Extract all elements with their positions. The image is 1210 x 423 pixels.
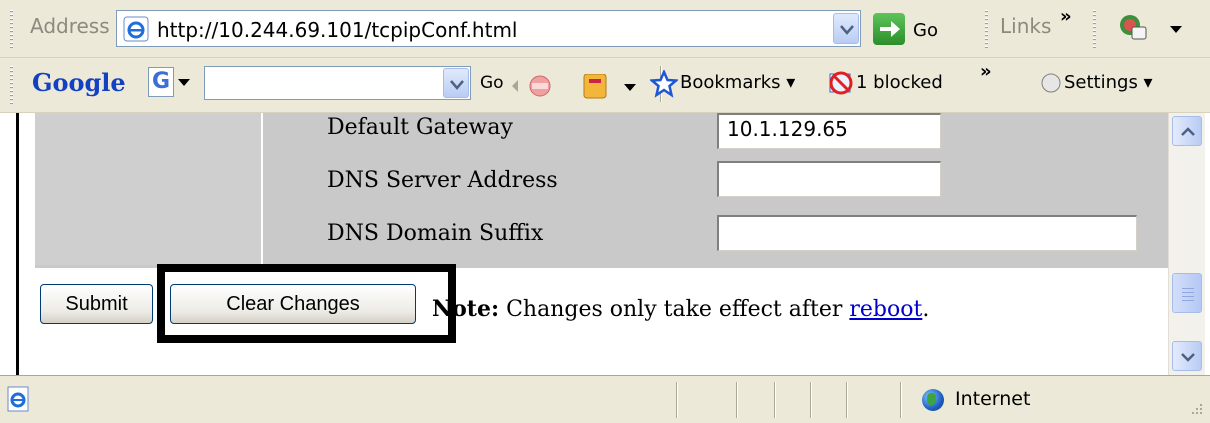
- scroll-down-button[interactable]: [1172, 341, 1202, 371]
- toolbar-grip[interactable]: [1093, 10, 1096, 48]
- toolbar-grip[interactable]: [985, 10, 988, 48]
- popup-blocked-icon[interactable]: [828, 70, 854, 96]
- address-toolbar: Address http://10.244.69.101/tcpipConf.h…: [0, 0, 1210, 58]
- note-end: .: [922, 297, 930, 322]
- messenger-icon[interactable]: [1118, 13, 1148, 43]
- google-search-go-button[interactable]: Go: [480, 73, 504, 93]
- chevron-down-icon: [450, 80, 464, 90]
- go-arrow-icon: [873, 13, 905, 45]
- note-bold: Note:: [432, 296, 500, 322]
- scroll-thumb[interactable]: [1172, 273, 1202, 313]
- go-button[interactable]: Go: [873, 12, 963, 46]
- form-panel: Default Gateway 10.1.129.65 DNS Server A…: [35, 113, 1168, 268]
- status-bar: Internet: [0, 375, 1210, 423]
- toolbar-extra-icons[interactable]: [510, 74, 650, 102]
- google-g-icon: G: [148, 67, 174, 97]
- ie-page-icon: [123, 16, 149, 42]
- security-zone-label: Internet: [955, 388, 1031, 410]
- note-body: Changes only take effect after: [499, 297, 850, 322]
- address-label: Address: [30, 14, 110, 38]
- status-divider: [676, 382, 678, 418]
- form-left-column: [35, 113, 263, 265]
- scroll-down-icon: [1181, 353, 1195, 362]
- toolbar-grip[interactable]: [10, 10, 13, 48]
- popup-blocked-count[interactable]: 1 blocked: [856, 72, 943, 93]
- chevron-down-icon[interactable]: [1170, 26, 1182, 34]
- address-input[interactable]: http://10.244.69.101/tcpipConf.html: [116, 10, 861, 47]
- dns-suffix-input[interactable]: [717, 215, 1137, 251]
- pagerank-icon: [529, 75, 551, 97]
- settings-menu[interactable]: Settings ▾: [1064, 72, 1153, 93]
- dns-suffix-label: DNS Domain Suffix: [327, 221, 544, 246]
- ie-page-icon: [7, 386, 29, 412]
- resize-grip-icon[interactable]: [1186, 402, 1204, 420]
- search-history-dropdown[interactable]: [443, 68, 469, 98]
- scroll-up-button[interactable]: [1172, 116, 1202, 146]
- dns-server-label: DNS Server Address: [327, 168, 558, 193]
- highlight-icon: [583, 74, 607, 99]
- dns-server-input[interactable]: [717, 161, 941, 197]
- address-url: http://10.244.69.101/tcpipConf.html: [157, 18, 518, 42]
- default-gateway-label: Default Gateway: [327, 115, 513, 140]
- default-gateway-input[interactable]: 10.1.129.65: [717, 113, 941, 149]
- clear-changes-button[interactable]: Clear Changes: [170, 284, 416, 324]
- toolbar-grip[interactable]: [10, 66, 13, 104]
- chevron-down-icon: [178, 79, 190, 86]
- note-text: Note: Changes only take effect after reb…: [432, 296, 929, 322]
- submit-button[interactable]: Submit: [40, 284, 153, 324]
- status-divider: [900, 382, 902, 418]
- google-search-input[interactable]: [204, 66, 471, 100]
- settings-radio-icon: [1041, 73, 1061, 93]
- google-toolbar: Google G Go Bookmarks ▾ 1 blocked » Sett…: [0, 58, 1210, 113]
- scroll-up-icon: [1181, 127, 1195, 136]
- internet-globe-icon: [922, 389, 944, 411]
- google-more-chevron[interactable]: »: [980, 61, 992, 82]
- google-menu-button[interactable]: G: [148, 66, 194, 102]
- chevron-down-icon: [840, 25, 854, 35]
- links-more-chevron[interactable]: »: [1060, 6, 1072, 27]
- status-divider: [774, 382, 776, 418]
- bookmark-star-icon[interactable]: [650, 70, 678, 98]
- go-label: Go: [913, 20, 938, 41]
- status-divider: [846, 382, 848, 418]
- bookmarks-menu[interactable]: Bookmarks ▾: [680, 72, 795, 93]
- status-divider: [736, 382, 738, 418]
- bookmarks-label: Bookmarks: [680, 72, 781, 93]
- address-dropdown-button[interactable]: [833, 13, 859, 44]
- google-logo[interactable]: Google: [32, 68, 126, 97]
- settings-label: Settings: [1064, 72, 1138, 93]
- status-divider: [810, 382, 812, 418]
- links-label[interactable]: Links: [1000, 14, 1051, 38]
- reboot-link[interactable]: reboot: [849, 297, 922, 322]
- page-viewport: Default Gateway 10.1.129.65 DNS Server A…: [16, 113, 1168, 375]
- vertical-scrollbar[interactable]: [1168, 113, 1205, 375]
